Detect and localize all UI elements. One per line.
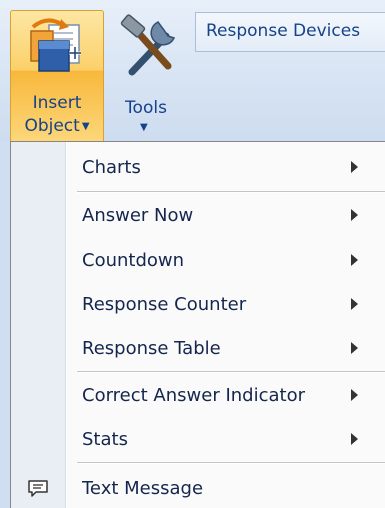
submenu-arrow-icon bbox=[351, 433, 358, 445]
menu-item-label: Charts bbox=[82, 157, 141, 178]
chevron-down-icon: ▼ bbox=[140, 122, 148, 133]
menu-separator bbox=[77, 371, 385, 373]
response-devices-label: Response Devices bbox=[206, 21, 361, 41]
insert-object-label-text: Object bbox=[24, 116, 80, 136]
menu-item-countdown[interactable]: Countdown bbox=[12, 243, 384, 279]
insert-object-dropdown-menu: Charts Answer Now Countdown Response Cou… bbox=[10, 141, 385, 508]
response-devices-button[interactable]: Response Devices bbox=[195, 12, 385, 52]
menu-item-correct-answer-indicator[interactable]: Correct Answer Indicator bbox=[12, 378, 384, 414]
insert-object-icon bbox=[25, 17, 89, 85]
menu-item-label: Countdown bbox=[82, 250, 185, 271]
tools-button[interactable]: Tools ▼ bbox=[110, 10, 186, 133]
menu-item-response-counter[interactable]: Response Counter bbox=[12, 287, 384, 323]
menu-item-stats[interactable]: Stats bbox=[12, 422, 384, 458]
menu-separator bbox=[77, 462, 385, 464]
submenu-arrow-icon bbox=[351, 254, 358, 266]
tools-icon bbox=[118, 14, 182, 84]
submenu-arrow-icon bbox=[351, 209, 358, 221]
menu-item-answer-now[interactable]: Answer Now bbox=[12, 198, 384, 234]
menu-item-text-message[interactable]: Text Message bbox=[12, 471, 384, 507]
ribbon: Insert Object ▼ Tools ▼ Response Devices bbox=[0, 0, 385, 142]
menu-item-label: Correct Answer Indicator bbox=[82, 385, 305, 406]
tools-label: Tools bbox=[125, 98, 167, 118]
insert-object-button[interactable]: Insert Object ▼ bbox=[10, 10, 104, 142]
submenu-arrow-icon bbox=[351, 389, 358, 401]
app-window: Insert Object ▼ Tools ▼ Response Devices … bbox=[0, 0, 385, 508]
menu-item-charts[interactable]: Charts bbox=[12, 150, 384, 186]
insert-object-label-line2: Object ▼ bbox=[11, 116, 103, 136]
insert-object-label-line1: Insert bbox=[32, 93, 82, 113]
submenu-arrow-icon bbox=[351, 161, 358, 173]
submenu-arrow-icon bbox=[351, 298, 358, 310]
menu-item-response-table[interactable]: Response Table bbox=[12, 331, 384, 367]
menu-item-label: Text Message bbox=[82, 478, 204, 499]
menu-item-label: Stats bbox=[82, 429, 128, 450]
menu-item-label: Response Counter bbox=[82, 294, 247, 315]
menu-item-label: Response Table bbox=[82, 338, 221, 359]
menu-separator bbox=[77, 191, 385, 193]
chevron-down-icon: ▼ bbox=[81, 121, 90, 132]
text-message-icon bbox=[27, 479, 49, 499]
submenu-arrow-icon bbox=[351, 342, 358, 354]
menu-item-label: Answer Now bbox=[82, 205, 194, 226]
